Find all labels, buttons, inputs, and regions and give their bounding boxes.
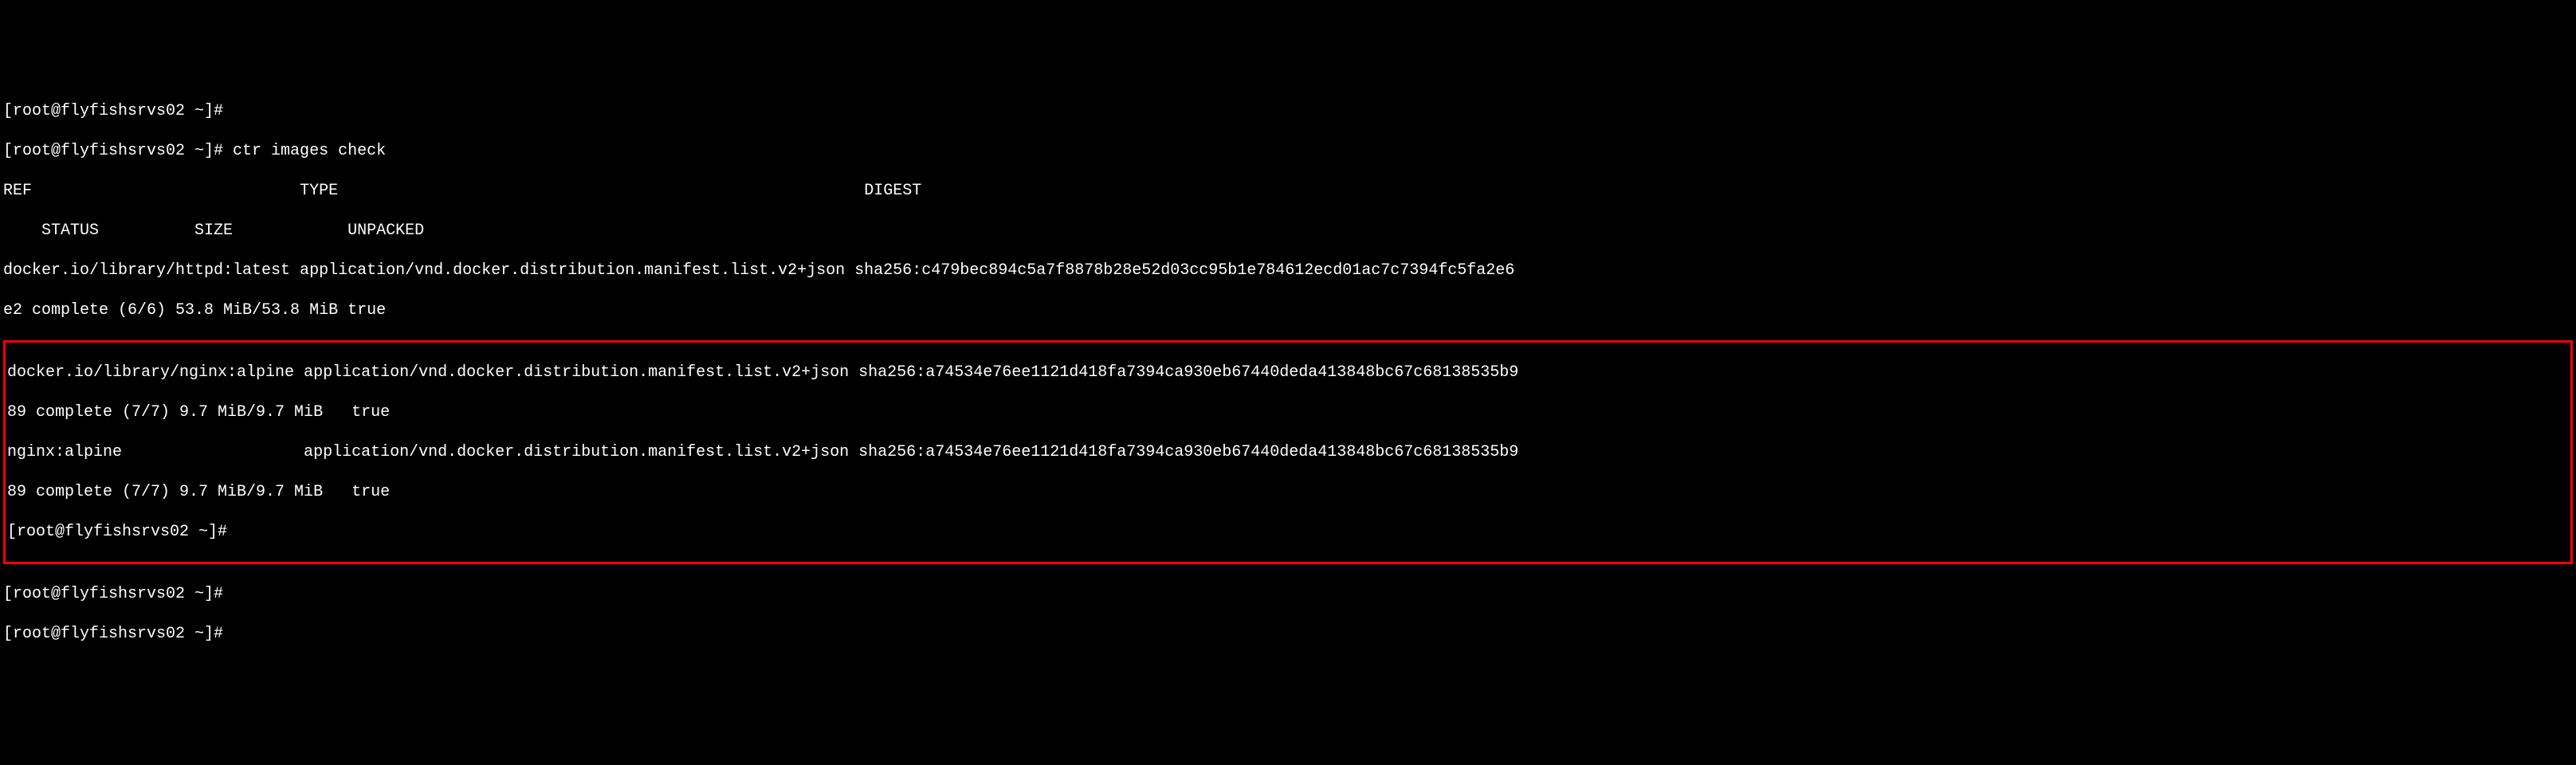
- header-ref: REF: [3, 182, 32, 200]
- image-row-2b: 89 complete (7/7) 9.7 MiB/9.7 MiB true: [7, 402, 2569, 422]
- terminal-window[interactable]: [root@flyfishsrvs02 ~]# [root@flyfishsrv…: [0, 80, 2576, 665]
- header-digest: DIGEST: [864, 182, 921, 200]
- header-type: TYPE: [300, 182, 338, 200]
- highlight-box: docker.io/library/nginx:alpine applicati…: [3, 340, 2573, 564]
- prompt-line: [root@flyfishsrvs02 ~]#: [3, 624, 2573, 644]
- image-row-1b: e2 complete (6/6) 53.8 MiB/53.8 MiB true: [3, 300, 2573, 320]
- image-row-2a: docker.io/library/nginx:alpine applicati…: [7, 363, 2569, 382]
- prompt-line: [root@flyfishsrvs02 ~]#: [3, 584, 2573, 604]
- image-row-3a: nginx:alpine application/vnd.docker.dist…: [7, 442, 2569, 462]
- image-row-1a: docker.io/library/httpd:latest applicati…: [3, 261, 2573, 280]
- header-line: REF TYPE DIGEST: [3, 181, 2573, 201]
- prompt-line: [root@flyfishsrvs02 ~]#: [7, 522, 2569, 542]
- header-line-2: STATUS SIZE UNPACKED: [3, 221, 2573, 241]
- image-row-3b: 89 complete (7/7) 9.7 MiB/9.7 MiB true: [7, 482, 2569, 502]
- command-line: [root@flyfishsrvs02 ~]# ctr images check: [3, 141, 2573, 161]
- prompt-line: [root@flyfishsrvs02 ~]#: [3, 101, 2573, 121]
